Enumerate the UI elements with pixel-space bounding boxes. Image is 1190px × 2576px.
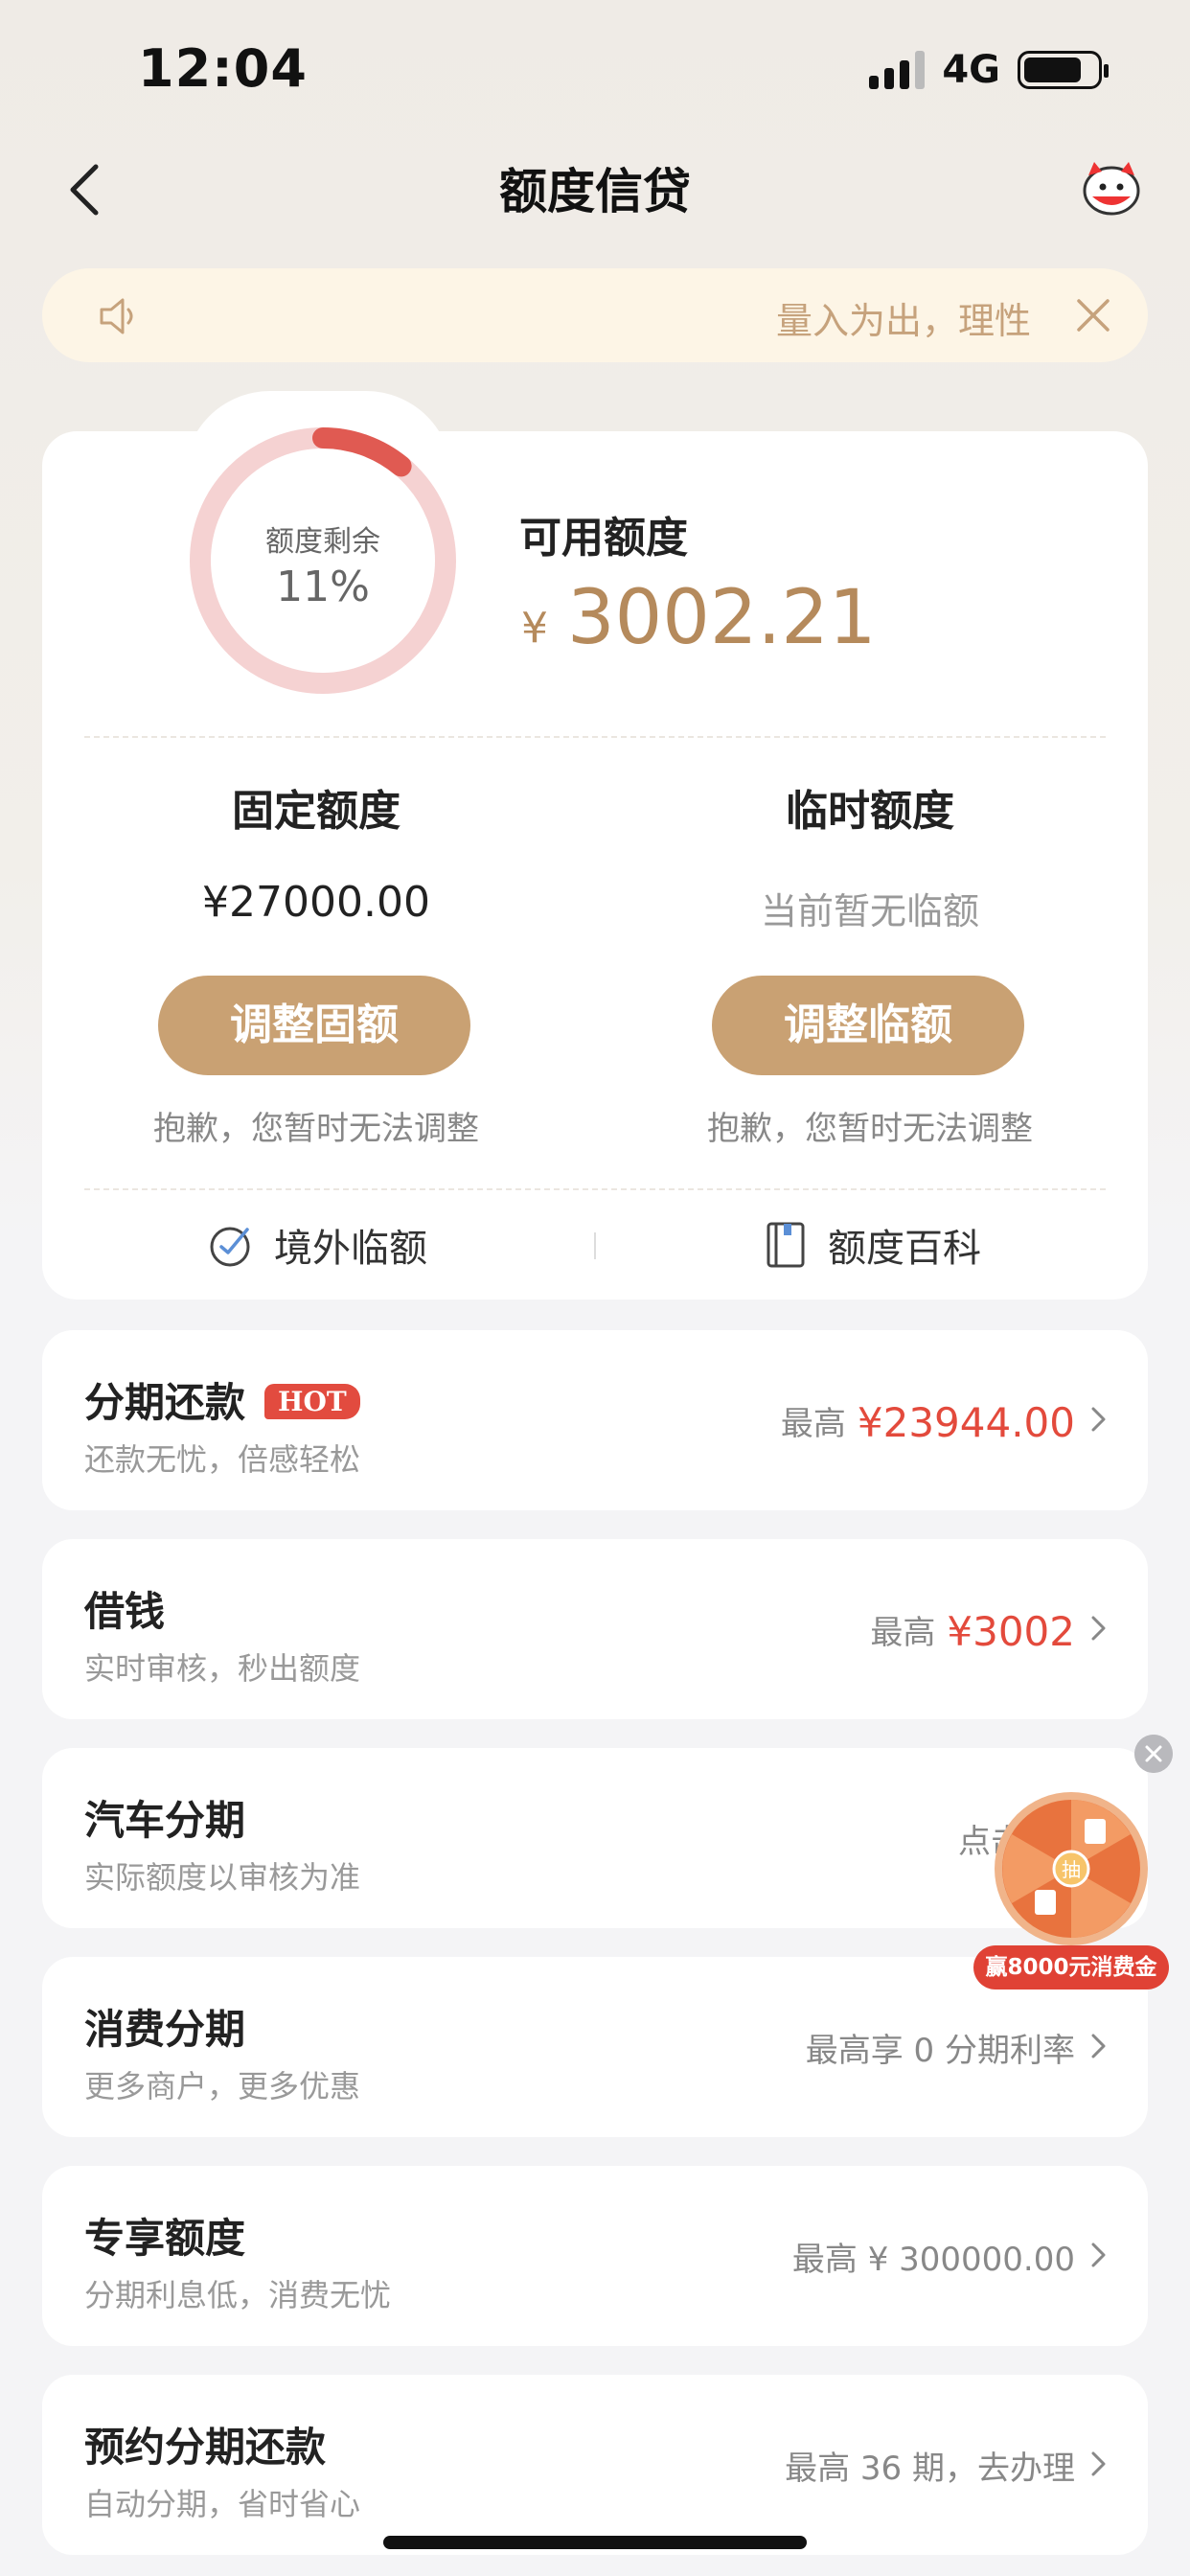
home-indicator	[383, 2536, 807, 2549]
chevron-right-icon	[1091, 1616, 1106, 1641]
service-subtitle: 更多商户，更多优惠	[84, 2068, 361, 2104]
service-limit: 最高 36 期，去办理	[785, 2450, 1075, 2488]
hot-badge: HOT	[264, 1384, 360, 1419]
fixed-credit-note: 抱歉，您暂时无法调整	[153, 1110, 479, 1148]
chevron-right-icon	[1091, 2242, 1106, 2267]
service-title: 预约分期还款	[84, 2424, 327, 2471]
credit-wiki-label: 额度百科	[828, 1227, 981, 1271]
service-limit: 最高享 0 分期利率	[805, 2032, 1075, 2070]
temp-credit-note: 抱歉，您暂时无法调整	[707, 1110, 1033, 1148]
temp-credit-title: 临时额度	[786, 787, 954, 836]
service-subtitle: 分期利息低，消费无忧	[84, 2277, 392, 2313]
globe-check-icon	[210, 1227, 250, 1267]
chevron-right-icon	[1091, 2034, 1106, 2058]
service-title: 专享额度	[84, 2215, 246, 2262]
battery-icon	[1018, 51, 1109, 89]
service-subtitle: 自动分期，省时省心	[84, 2486, 361, 2522]
credit-wiki-link[interactable]: 额度百科	[761, 1217, 981, 1273]
service-row-car-installment[interactable]: 汽车分期 实际额度以审核为准 点击	[42, 1748, 1148, 1928]
ring-percent: 11%	[276, 563, 370, 611]
service-subtitle: 实时审核，秒出额度	[84, 1650, 361, 1687]
status-icons: 4G	[869, 48, 1109, 92]
overseas-temp-link[interactable]: 境外临额	[207, 1217, 427, 1273]
service-title: 借钱	[84, 1588, 166, 1635]
overseas-temp-label: 境外临额	[274, 1227, 427, 1271]
adjust-fixed-button[interactable]: 调整固额	[158, 976, 470, 1075]
close-icon[interactable]	[1073, 295, 1113, 335]
available-amount: 3002.21	[567, 575, 877, 661]
fixed-credit-value: ¥27000.00	[202, 878, 430, 927]
remaining-ring	[190, 427, 456, 694]
service-subtitle: 还款无忧，倍感轻松	[84, 1441, 361, 1478]
close-floating-icon[interactable]	[1134, 1735, 1173, 1773]
service-row-borrow[interactable]: 借钱 实时审核，秒出额度 最高 ¥3002	[42, 1539, 1148, 1719]
service-limit: 最高 ¥23944.00	[780, 1399, 1075, 1446]
service-title: 汽车分期	[84, 1797, 246, 1844]
lucky-wheel-icon[interactable]: 抽	[993, 1790, 1150, 1947]
service-title: 消费分期	[84, 2006, 246, 2053]
service-row-installment-repay[interactable]: 分期还款 HOT 还款无忧，倍感轻松 最高 ¥23944.00	[42, 1330, 1148, 1510]
signal-icon	[869, 51, 926, 89]
notice-bar[interactable]: 量入为出，理性	[42, 268, 1148, 362]
link-separator	[594, 1232, 596, 1259]
speaker-icon	[100, 298, 133, 334]
service-limit: 最高 ¥ 300000.00	[791, 2241, 1075, 2279]
service-limit: 最高 ¥3002	[870, 1608, 1075, 1655]
adjust-temp-button[interactable]: 调整临额	[712, 976, 1024, 1075]
wheel-center-label: 抽	[1062, 1858, 1081, 1881]
service-row-scheduled-installment[interactable]: 预约分期还款 自动分期，省时省心 最高 36 期，去办理	[42, 2375, 1148, 2555]
divider	[84, 736, 1106, 738]
temp-credit-value: 当前暂无临额	[760, 890, 979, 932]
network-label: 4G	[942, 48, 1000, 92]
status-time: 12:04	[138, 38, 308, 99]
chevron-right-icon	[1091, 2451, 1106, 2476]
mascot-icon[interactable]	[1079, 158, 1144, 218]
service-row-exclusive-credit[interactable]: 专享额度 分期利息低，消费无忧 最高 ¥ 300000.00	[42, 2166, 1148, 2346]
currency-symbol: ¥	[521, 604, 548, 653]
credit-card: 额度剩余 11% 可用额度 ¥ 3002.21 固定额度 ¥27000.00 调…	[42, 427, 1148, 1300]
divider	[84, 1188, 1106, 1190]
page-title: 额度信贷	[499, 164, 691, 219]
book-icon	[767, 1222, 805, 1268]
chevron-right-icon	[1091, 1407, 1106, 1432]
service-subtitle: 实际额度以审核为准	[84, 1859, 361, 1896]
ring-label: 额度剩余	[265, 525, 380, 559]
notice-text: 量入为出，理性	[776, 300, 1032, 342]
available-label: 可用额度	[519, 514, 688, 563]
service-title: 分期还款 HOT	[84, 1370, 360, 1429]
wheel-badge[interactable]: 赢8000元消费金	[973, 1945, 1169, 1990]
fixed-credit-title: 固定额度	[232, 787, 400, 836]
